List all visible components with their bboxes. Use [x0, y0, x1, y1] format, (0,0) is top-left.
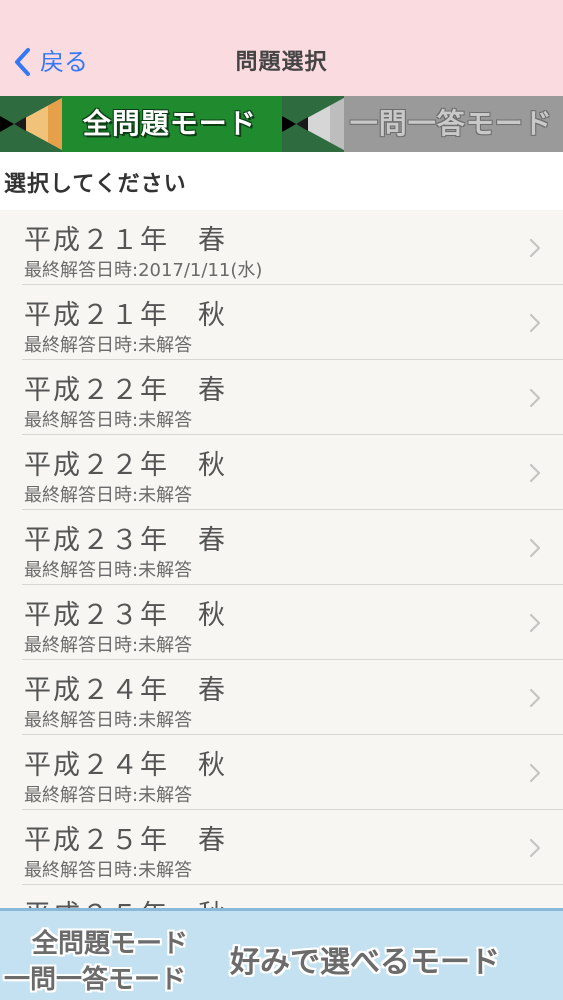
- section-header-label: 選択してください: [4, 172, 187, 197]
- promo-banner[interactable]: 全問題モード 一問一答モード 好みで選べるモード: [0, 908, 563, 1000]
- list-item[interactable]: 平成２４年 春 最終解答日時:未解答: [0, 660, 563, 735]
- list-item[interactable]: 平成２２年 春 最終解答日時:未解答: [0, 360, 563, 435]
- chevron-right-icon: [529, 613, 541, 633]
- tab-label: 全問題モード: [82, 107, 257, 140]
- tab-all-questions-mode[interactable]: 全問題モード: [0, 96, 282, 152]
- item-subtitle: 最終解答日時:未解答: [24, 335, 193, 356]
- navigation-bar: 戻る 問題選択: [0, 0, 563, 96]
- item-subtitle: 最終解答日時:未解答: [24, 710, 193, 731]
- chevron-right-icon: [529, 463, 541, 483]
- tab-one-question-mode[interactable]: 一問一答モード: [281, 96, 563, 152]
- item-title: 平成２１年 秋: [24, 300, 227, 331]
- list-item[interactable]: 平成２２年 秋 最終解答日時:未解答: [0, 435, 563, 510]
- chevron-right-icon: [529, 538, 541, 558]
- section-header: 選択してください: [0, 152, 563, 210]
- chevron-right-icon: [529, 238, 541, 258]
- pencil-icon: [0, 96, 62, 152]
- item-subtitle: 最終解答日時:2017/1/11(水): [24, 260, 263, 281]
- list-item[interactable]: 平成２１年 秋 最終解答日時:未解答: [0, 285, 563, 360]
- banner-line-all-questions: 全問題モード: [32, 929, 189, 959]
- pencil-icon: [281, 96, 344, 152]
- exam-list[interactable]: 平成２１年 春 最終解答日時:2017/1/11(水) 平成２１年 秋 最終解答…: [0, 210, 563, 908]
- item-title: 平成２５年 春: [24, 825, 227, 856]
- item-subtitle: 最終解答日時:未解答: [24, 560, 193, 581]
- chevron-right-icon: [529, 763, 541, 783]
- list-item[interactable]: 平成２５年 春 最終解答日時:未解答: [0, 810, 563, 885]
- list-item[interactable]: 平成２３年 春 最終解答日時:未解答: [0, 510, 563, 585]
- mode-tabs: 全問題モード 一問一答モード: [0, 96, 563, 152]
- item-title: 平成２４年 秋: [24, 750, 227, 781]
- item-title: 平成２２年 秋: [24, 450, 227, 481]
- item-subtitle: 最終解答日時:未解答: [24, 635, 193, 656]
- list-item[interactable]: 平成２５年 秋: [0, 885, 563, 908]
- item-title: 平成２５年 秋: [24, 893, 227, 908]
- chevron-right-icon: [529, 388, 541, 408]
- item-title: 平成２３年 春: [24, 525, 227, 556]
- item-title: 平成２３年 秋: [24, 600, 227, 631]
- page-title: 問題選択: [235, 50, 328, 75]
- item-subtitle: 最終解答日時:未解答: [24, 410, 193, 431]
- list-item[interactable]: 平成２４年 秋 最終解答日時:未解答: [0, 735, 563, 810]
- item-subtitle: 最終解答日時:未解答: [24, 485, 193, 506]
- item-title: 平成２１年 春: [24, 225, 227, 256]
- banner-slogan: 好みで選べるモード: [230, 945, 500, 980]
- banner-line-one-question: 一問一答モード: [4, 965, 187, 995]
- chevron-right-icon: [529, 838, 541, 858]
- list-item[interactable]: 平成２３年 秋 最終解答日時:未解答: [0, 585, 563, 660]
- tab-label: 一問一答モード: [349, 107, 553, 140]
- item-title: 平成２２年 春: [24, 375, 227, 406]
- chevron-right-icon: [529, 313, 541, 333]
- item-subtitle: 最終解答日時:未解答: [24, 785, 193, 806]
- item-title: 平成２４年 春: [24, 675, 227, 706]
- chevron-right-icon: [529, 688, 541, 708]
- item-subtitle: 最終解答日時:未解答: [24, 860, 193, 881]
- list-item[interactable]: 平成２１年 春 最終解答日時:2017/1/11(水): [0, 210, 563, 285]
